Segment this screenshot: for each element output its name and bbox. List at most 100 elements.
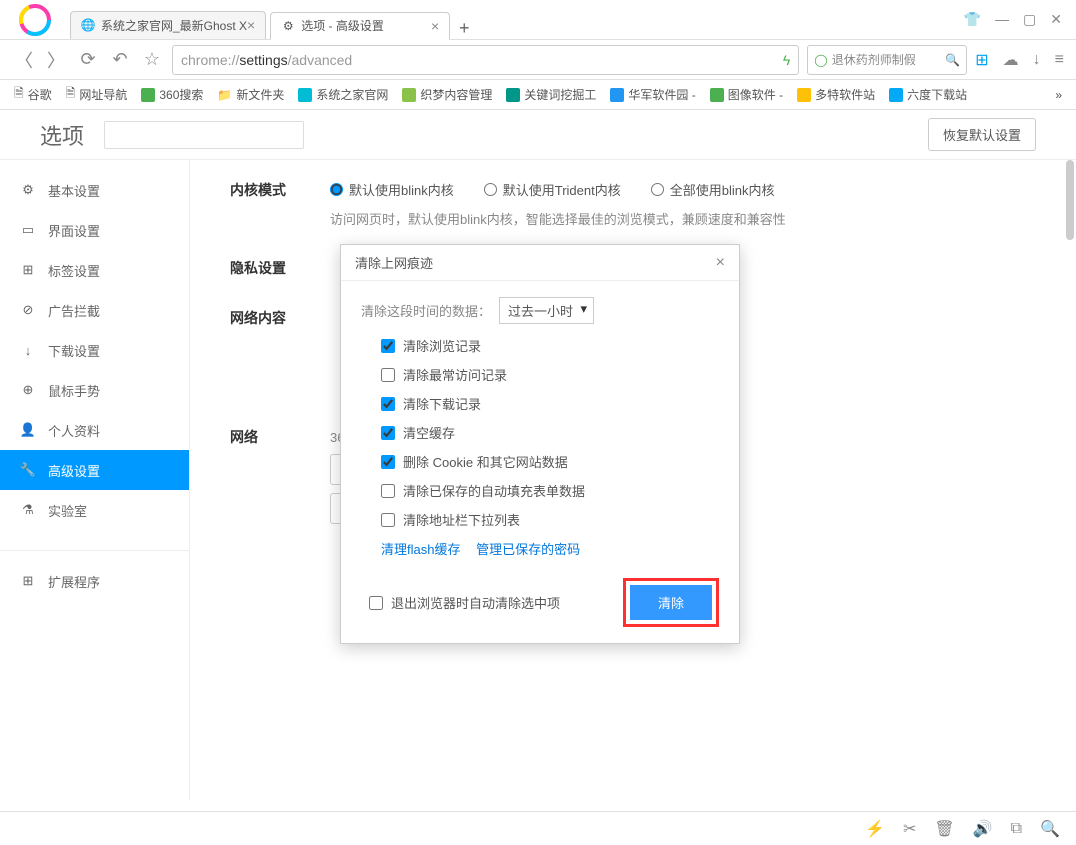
clear-option-4[interactable]: 删除 Cookie 和其它网站数据 bbox=[381, 452, 719, 471]
clear-flash-link[interactable]: 清理flash缓存 bbox=[381, 542, 460, 557]
clear-browsing-dialog: 清除上网痕迹 × 清除这段时间的数据： 过去一小时 清除浏览记录清除最常访问记录… bbox=[340, 244, 740, 644]
page-icon: 🗎 bbox=[14, 84, 24, 105]
wardrobe-icon[interactable]: 👕 bbox=[964, 11, 981, 28]
folder-icon: 📁 bbox=[217, 88, 232, 102]
sidebar-item-label: 下载设置 bbox=[48, 341, 100, 360]
sidebar-item-download[interactable]: ↓下载设置 bbox=[0, 330, 189, 370]
reload-button[interactable]: ⟳ bbox=[76, 48, 100, 72]
browser-logo bbox=[10, 1, 60, 39]
forward-button[interactable]: 〉 bbox=[44, 48, 68, 72]
tab-title: 选项 - 高级设置 bbox=[301, 17, 384, 34]
bookmarks-overflow[interactable]: » bbox=[1055, 88, 1062, 102]
site-icon bbox=[506, 88, 520, 102]
search-hint: 退休药剂师制假 bbox=[832, 51, 916, 68]
page-title: 选项 bbox=[40, 119, 84, 151]
settings-search-input[interactable] bbox=[104, 121, 304, 149]
search-icon[interactable]: 🔍 bbox=[945, 53, 960, 67]
undo-button[interactable]: ↶ bbox=[108, 48, 132, 72]
clear-button[interactable]: 清除 bbox=[630, 585, 712, 620]
bookmark-item[interactable]: 🗎谷歌 bbox=[14, 84, 52, 105]
sidebar-item-extensions[interactable]: ⊞ 扩展程序 bbox=[0, 561, 189, 601]
bookmark-item[interactable]: 关键词挖掘工 bbox=[506, 86, 596, 103]
clear-button-highlight: 清除 bbox=[623, 578, 719, 627]
site-icon: 🌐 bbox=[81, 18, 95, 32]
puzzle-icon: ⊞ bbox=[20, 573, 36, 589]
sidebar-item-advanced[interactable]: 🔧高级设置 bbox=[0, 450, 189, 490]
clear-option-3[interactable]: 清空缓存 bbox=[381, 423, 719, 442]
clear-option-label: 清除下载记录 bbox=[403, 394, 481, 413]
minimize-icon[interactable]: — bbox=[995, 11, 1009, 28]
sidebar-item-ui[interactable]: ▭界面设置 bbox=[0, 210, 189, 250]
bookmark-item[interactable]: 系统之家官网 bbox=[298, 86, 388, 103]
clear-option-label: 清除最常访问记录 bbox=[403, 365, 507, 384]
sidebar-item-label: 标签设置 bbox=[48, 261, 100, 280]
manage-passwords-link[interactable]: 管理已保存的密码 bbox=[476, 542, 580, 557]
bookmark-item[interactable]: 多特软件站 bbox=[797, 86, 875, 103]
sidebar-item-label: 扩展程序 bbox=[48, 572, 100, 591]
kernel-radio-blink[interactable]: 默认使用blink内核 bbox=[330, 180, 454, 199]
sidebar-item-label: 鼠标手势 bbox=[48, 381, 100, 400]
browser-tab-0[interactable]: 🌐 系统之家官网_最新Ghost X × bbox=[70, 11, 266, 39]
cloud-icon[interactable]: ☁ bbox=[1003, 50, 1019, 70]
sidebar-item-basic[interactable]: ⚙ 基本设置 bbox=[0, 170, 189, 210]
zoom-icon[interactable]: 🔍 bbox=[1040, 819, 1060, 839]
clear-option-0[interactable]: 清除浏览记录 bbox=[381, 336, 719, 355]
sidebar-item-profile[interactable]: 👤个人资料 bbox=[0, 410, 189, 450]
site-icon bbox=[141, 88, 155, 102]
mouse-icon: ⊕ bbox=[20, 382, 36, 398]
bookmark-item[interactable]: 🗎网址导航 bbox=[66, 84, 128, 105]
sidebar-item-tabs[interactable]: ⊞标签设置 bbox=[0, 250, 189, 290]
scissors-icon[interactable]: ✂ bbox=[903, 819, 916, 839]
sidebar-item-lab[interactable]: ⚗实验室 bbox=[0, 490, 189, 530]
address-bar[interactable]: chrome://settings/advanced ϟ bbox=[172, 45, 799, 75]
close-tab-icon[interactable]: × bbox=[247, 17, 255, 33]
bookmark-item[interactable]: 📁新文件夹 bbox=[217, 86, 284, 103]
clear-on-exit-checkbox[interactable]: 退出浏览器时自动清除选中项 bbox=[369, 593, 560, 612]
kernel-radio-trident[interactable]: 默认使用Trident内核 bbox=[484, 180, 621, 199]
maximize-icon[interactable]: ▢ bbox=[1023, 11, 1036, 28]
close-tab-icon[interactable]: × bbox=[431, 18, 439, 34]
bookmark-item[interactable]: 图像软件 - bbox=[710, 86, 783, 103]
clear-option-6[interactable]: 清除地址栏下拉列表 bbox=[381, 510, 719, 529]
rocket-icon[interactable]: ⚡ bbox=[865, 819, 885, 839]
clear-option-5[interactable]: 清除已保存的自动填充表单数据 bbox=[381, 481, 719, 500]
bookmark-item[interactable]: 织梦内容管理 bbox=[402, 86, 492, 103]
restore-icon[interactable]: ⧉ bbox=[1011, 820, 1022, 838]
sidebar-item-label: 界面设置 bbox=[48, 221, 100, 240]
section-network-title: 网络 bbox=[230, 427, 330, 524]
apps-icon[interactable]: ⊞ bbox=[975, 50, 988, 70]
restore-defaults-button[interactable]: 恢复默认设置 bbox=[928, 118, 1036, 151]
new-tab-button[interactable]: + bbox=[454, 18, 474, 39]
url-prefix: chrome:// bbox=[181, 52, 239, 68]
kernel-radio-all-blink[interactable]: 全部使用blink内核 bbox=[651, 180, 775, 199]
sidebar-item-label: 高级设置 bbox=[48, 461, 100, 480]
search-box[interactable]: ◯ 退休药剂师制假 🔍 bbox=[807, 45, 967, 75]
tab-title: 系统之家官网_最新Ghost X bbox=[101, 17, 247, 34]
browser-tab-1[interactable]: ⚙ 选项 - 高级设置 × bbox=[270, 12, 450, 40]
star-icon[interactable]: ☆ bbox=[140, 48, 164, 72]
bookmarks-bar: 🗎谷歌 🗎网址导航 360搜索 📁新文件夹 系统之家官网 织梦内容管理 关键词挖… bbox=[0, 80, 1076, 110]
bookmark-item[interactable]: 360搜索 bbox=[141, 86, 203, 103]
menu-icon[interactable]: ≡ bbox=[1055, 51, 1064, 69]
sound-icon[interactable]: 🔊 bbox=[973, 819, 993, 839]
page-icon: 🗎 bbox=[66, 84, 76, 105]
sidebar-item-mouse[interactable]: ⊕ 鼠标手势 bbox=[0, 370, 189, 410]
bookmark-item[interactable]: 六度下载站 bbox=[889, 86, 967, 103]
sidebar-item-adblock[interactable]: ⊘广告拦截 bbox=[0, 290, 189, 330]
back-button[interactable]: 〈 bbox=[12, 48, 36, 72]
lightning-icon[interactable]: ϟ bbox=[783, 52, 790, 68]
close-window-icon[interactable]: ✕ bbox=[1050, 11, 1062, 28]
download-icon[interactable]: ↓ bbox=[1033, 51, 1041, 69]
user-icon: 👤 bbox=[20, 422, 36, 438]
trash-icon[interactable]: 🗑 bbox=[934, 819, 954, 839]
gear-icon: ⚙ bbox=[20, 182, 36, 198]
section-webcontent-title: 网络内容 bbox=[230, 308, 330, 367]
dialog-close-icon[interactable]: × bbox=[716, 254, 725, 272]
scrollbar-thumb[interactable] bbox=[1066, 160, 1074, 240]
clear-option-2[interactable]: 清除下载记录 bbox=[381, 394, 719, 413]
time-range-select[interactable]: 过去一小时 bbox=[499, 297, 594, 324]
bookmark-item[interactable]: 华军软件园 - bbox=[610, 86, 695, 103]
sidebar-item-label: 广告拦截 bbox=[48, 301, 100, 320]
sidebar-item-label: 基本设置 bbox=[48, 181, 100, 200]
clear-option-1[interactable]: 清除最常访问记录 bbox=[381, 365, 719, 384]
